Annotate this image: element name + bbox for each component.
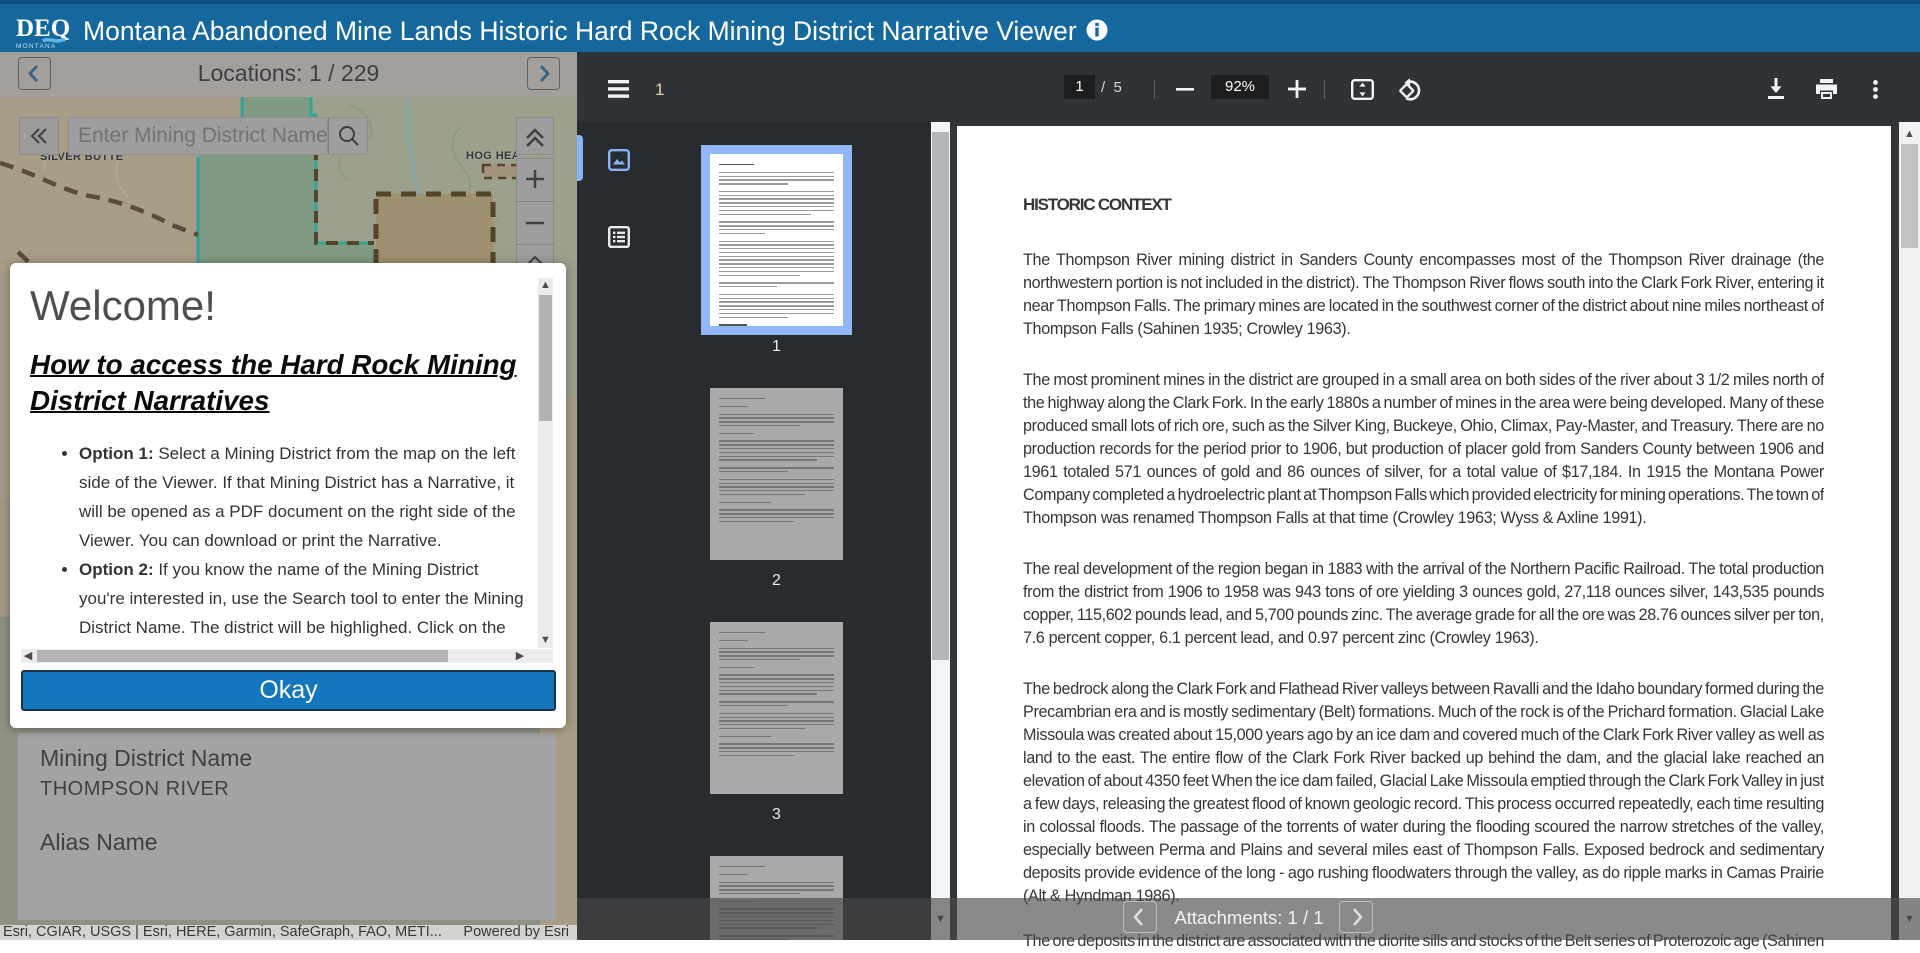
svg-text:MONTANA: MONTANA	[16, 43, 56, 50]
svg-text:DEQ: DEQ	[16, 15, 70, 42]
